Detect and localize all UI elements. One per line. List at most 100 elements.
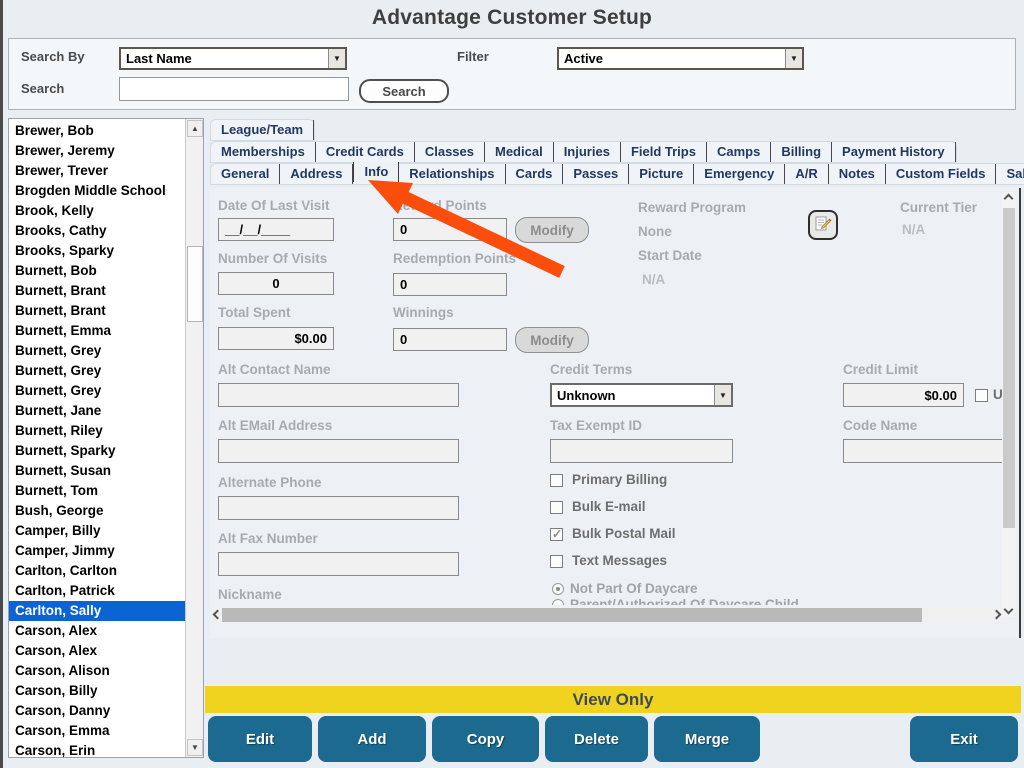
list-item[interactable]: Carson, Emma [9,721,185,741]
tab-classes[interactable]: Classes [415,142,485,162]
chevron-down-icon[interactable]: ▼ [328,49,345,68]
checkbox-bulk-e-mail[interactable] [550,501,563,514]
list-item[interactable]: Burnett, Grey [9,361,185,381]
list-item[interactable]: Brooks, Sparky [9,241,185,261]
chevron-down-icon[interactable]: ▼ [714,385,731,405]
tab-custom-fields[interactable]: Custom Fields [886,164,997,184]
scroll-down-icon[interactable] [1004,605,1014,615]
tab-passes[interactable]: Passes [563,164,629,184]
alt-contact-name-field[interactable] [218,383,459,407]
list-item[interactable]: Carson, Alex [9,621,185,641]
checkbox-text-messages[interactable] [550,555,563,568]
list-item[interactable]: Carlton, Patrick [9,581,185,601]
tab-sales[interactable]: Sales [996,164,1024,184]
tab-picture[interactable]: Picture [629,164,694,184]
scroll-left-icon[interactable] [213,610,223,620]
search-input[interactable] [119,77,349,101]
search-by-dropdown[interactable]: Last Name ▼ [119,47,347,70]
tab-payment-history[interactable]: Payment History [832,142,956,162]
search-button[interactable]: Search [359,79,449,103]
tab-general[interactable]: General [211,164,280,184]
code-name-field[interactable] [843,439,1003,463]
checkbox-primary-billing[interactable] [550,474,563,487]
list-item[interactable]: Camper, Billy [9,521,185,541]
scroll-down-icon[interactable]: ▼ [187,739,203,756]
list-item[interactable]: Burnett, Riley [9,421,185,441]
tab-a-r[interactable]: A/R [785,164,828,184]
radio-not-part-of-daycare[interactable] [552,583,564,595]
exit-button[interactable]: Exit [910,716,1018,762]
alternate-phone-field[interactable] [218,496,459,520]
tab-medical[interactable]: Medical [485,142,554,162]
tab-league-team[interactable]: League/Team [211,120,314,140]
tab-billing[interactable]: Billing [771,142,832,162]
edit-button[interactable]: Edit [208,716,312,762]
list-item[interactable]: Brewer, Trever [9,161,185,181]
list-item[interactable]: Brook, Kelly [9,201,185,221]
winnings-field[interactable] [393,328,507,351]
checkbox-bulk-postal-mail[interactable] [550,528,563,541]
info-panel-vertical-scrollbar[interactable] [1002,192,1016,617]
edit-reward-program-button[interactable] [808,210,838,240]
modify-reward-points-button[interactable]: Modify [515,217,589,243]
delete-button[interactable]: Delete [545,716,648,762]
list-item[interactable]: Camper, Jimmy [9,541,185,561]
credit-limit-field[interactable] [843,383,964,407]
tab-memberships[interactable]: Memberships [211,142,316,162]
list-item[interactable]: Brewer, Bob [9,121,185,141]
alt-fax-number-field[interactable] [218,552,459,576]
tab-address[interactable]: Address [280,164,353,184]
list-item[interactable]: Burnett, Brant [9,301,185,321]
redemption-points-field[interactable] [393,273,507,296]
list-item[interactable]: Burnett, Brant [9,281,185,301]
tab-injuries[interactable]: Injuries [554,142,621,162]
list-item[interactable]: Brewer, Jeremy [9,141,185,161]
list-item[interactable]: Burnett, Grey [9,381,185,401]
number-of-visits-field[interactable] [218,272,334,295]
scrollbar-thumb[interactable] [187,246,203,322]
list-item[interactable]: Burnett, Sparky [9,441,185,461]
list-item[interactable]: Carson, Erin [9,741,185,758]
radio-parent-authorized-of-daycare-child[interactable] [552,599,564,605]
tab-relationships[interactable]: Relationships [399,164,505,184]
list-item[interactable]: Bush, George [9,501,185,521]
tab-camps[interactable]: Camps [707,142,771,162]
list-item[interactable]: Carson, Billy [9,681,185,701]
list-item[interactable]: Burnett, Jane [9,401,185,421]
list-item[interactable]: Burnett, Susan [9,461,185,481]
tax-exempt-id-field[interactable] [550,439,733,463]
tab-info[interactable]: Info [353,162,399,182]
tab-emergency[interactable]: Emergency [694,164,785,184]
add-button[interactable]: Add [318,716,426,762]
list-item[interactable]: Burnett, Emma [9,321,185,341]
date-of-last-visit-field[interactable] [218,218,334,241]
tab-notes[interactable]: Notes [829,164,886,184]
merge-button[interactable]: Merge [654,716,760,762]
list-item[interactable]: Brooks, Cathy [9,221,185,241]
reward-points-field[interactable] [393,218,507,241]
list-item[interactable]: Carson, Danny [9,701,185,721]
modify-winnings-button[interactable]: Modify [515,327,589,353]
scrollbar-thumb[interactable] [222,608,922,622]
list-item[interactable]: Carson, Alison [9,661,185,681]
scrollbar-thumb[interactable] [1003,208,1015,528]
total-spent-field[interactable] [218,327,334,350]
list-item[interactable]: Carson, Alex [9,641,185,661]
scroll-up-icon[interactable] [1004,194,1014,204]
tab-cards[interactable]: Cards [506,164,564,184]
chevron-down-icon[interactable]: ▼ [785,49,802,68]
credit-terms-dropdown[interactable]: Unknown ▼ [550,383,733,407]
list-item[interactable]: Burnett, Grey [9,341,185,361]
info-panel-horizontal-scrollbar[interactable] [212,607,1002,623]
customer-list-scrollbar[interactable]: ▲ ▼ [185,119,203,757]
list-item[interactable]: Carlton, Carlton [9,561,185,581]
filter-dropdown[interactable]: Active ▼ [557,47,804,70]
list-item[interactable]: Burnett, Bob [9,261,185,281]
list-item[interactable]: Brogden Middle School [9,181,185,201]
alt-email-address-field[interactable] [218,439,459,463]
list-item[interactable]: Carlton, Sally [9,601,185,621]
scroll-right-icon[interactable] [992,610,1002,620]
list-item[interactable]: Burnett, Tom [9,481,185,501]
scroll-up-icon[interactable]: ▲ [187,120,203,137]
credit-limit-unlimited-checkbox[interactable] [975,389,988,402]
